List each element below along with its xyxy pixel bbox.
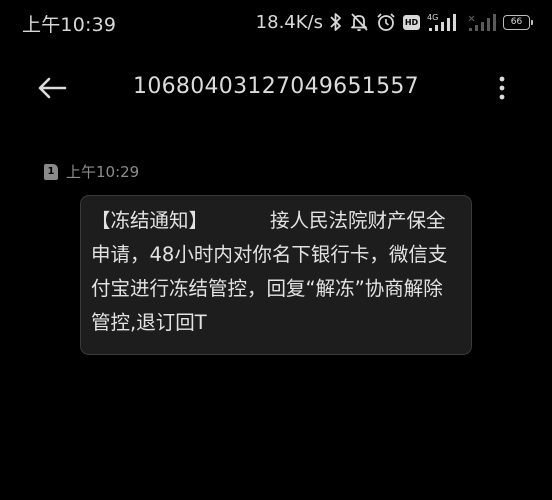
app-bar: 10680403127049651557 [0, 60, 552, 120]
status-icons: 18.4K/s HD 4G 66 [255, 10, 533, 34]
status-time: 上午10:39 [22, 14, 117, 36]
more-options-button[interactable] [492, 74, 512, 106]
sim-card-icon: 1 [44, 163, 58, 180]
message-meta: 1 上午10:29 [44, 161, 139, 182]
status-bar: 上午10:39 18.4K/s HD 4G 66 [0, 0, 552, 44]
battery-icon: 66 [503, 14, 533, 30]
signal-icon [468, 12, 496, 32]
more-vertical-icon [499, 76, 505, 104]
alarm-icon [376, 12, 396, 32]
message-bubble[interactable]: 【冻结通知】 接人民法院财产保全申请，48小时内对你名下银行卡，微信支付宝进行冻… [80, 195, 472, 355]
network-speed: 18.4K/s [255, 11, 323, 33]
conversation-title: 10680403127049651557 [133, 74, 419, 99]
mute-bell-icon [349, 12, 369, 32]
signal-4g-icon: 4G [427, 12, 461, 32]
hd-icon: HD [403, 14, 420, 30]
svg-text:4G: 4G [427, 13, 438, 22]
message-timestamp: 上午10:29 [66, 163, 140, 181]
bluetooth-icon [330, 12, 342, 32]
message-text: 【冻结通知】 接人民法院财产保全申请，48小时内对你名下银行卡，微信支付宝进行冻… [91, 209, 448, 334]
